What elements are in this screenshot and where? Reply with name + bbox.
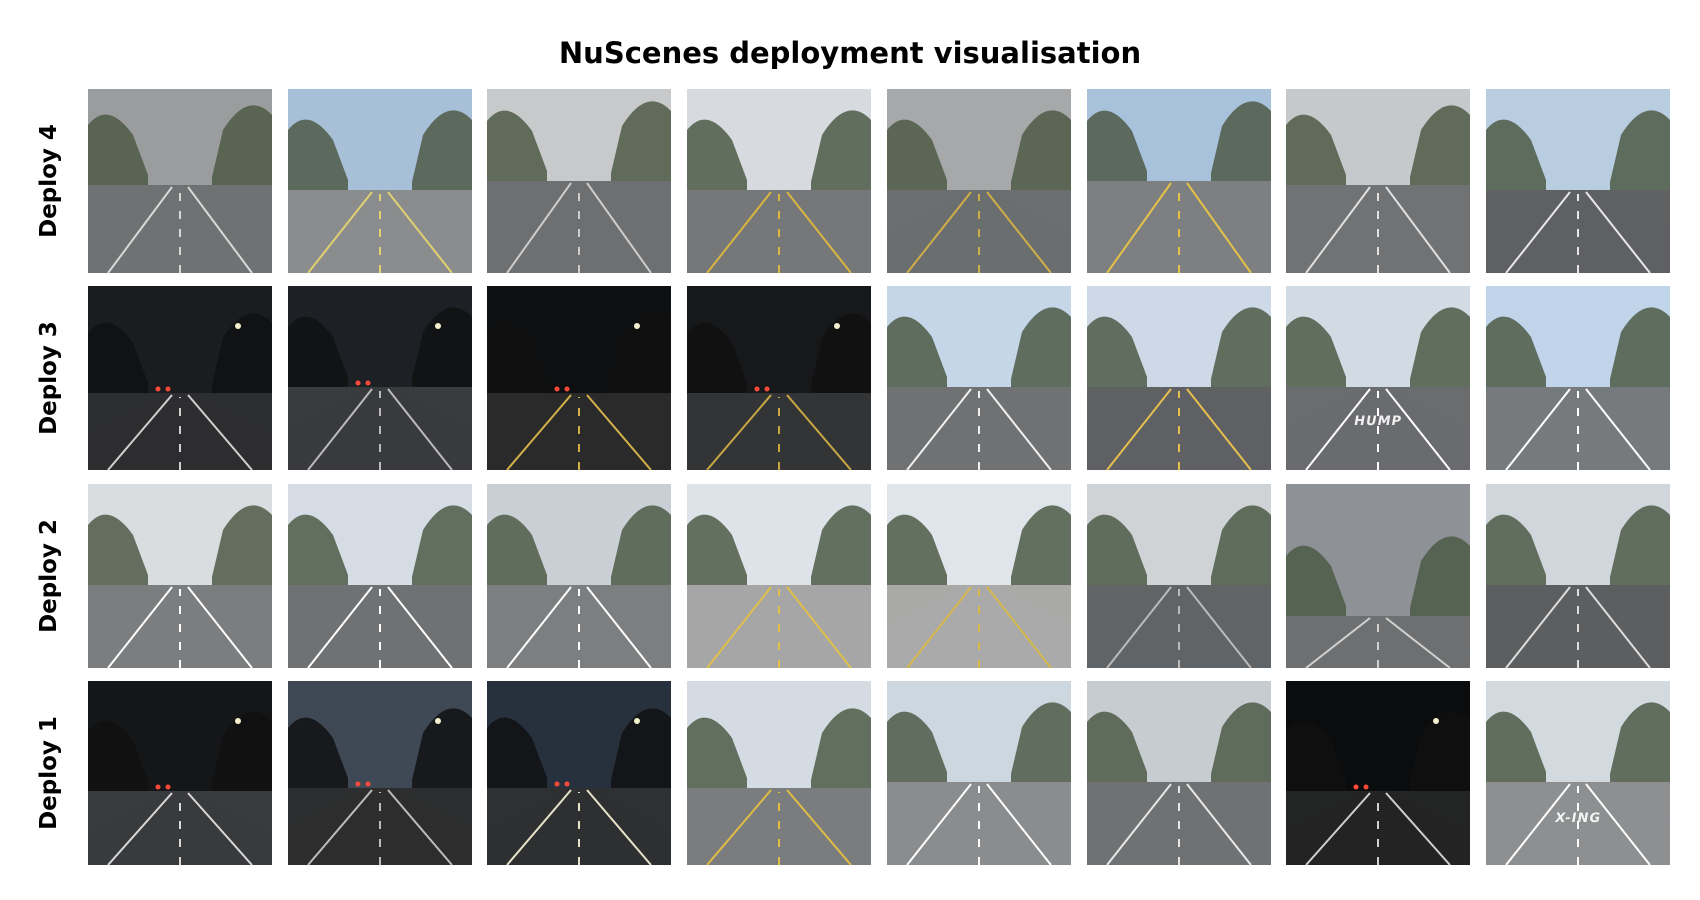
row-label-deploy-4: Deploy 4 xyxy=(35,124,62,238)
scene-thumbnail xyxy=(886,681,1071,866)
scene-thumbnail xyxy=(1286,681,1471,866)
scene-thumbnail xyxy=(287,681,472,866)
scene-thumbnail xyxy=(287,89,472,273)
scene-thumbnail xyxy=(88,89,272,273)
scene-thumbnail xyxy=(687,681,872,866)
road-marking-text: HUMP xyxy=(1352,414,1404,430)
scene-thumbnail: HUMP xyxy=(1286,286,1471,471)
figure-title: NuScenes deployment visualisation xyxy=(558,36,1142,70)
row-label-deploy-1: Deploy 1 xyxy=(35,716,62,830)
scene-thumbnail xyxy=(886,89,1071,273)
scene-thumbnail xyxy=(687,483,872,668)
scene-thumbnail xyxy=(487,89,672,273)
row-label-deploy-3: Deploy 3 xyxy=(35,321,62,435)
road-marking-text: X-ING xyxy=(1553,811,1603,827)
scene-thumbnail xyxy=(687,286,872,471)
scene-thumbnail xyxy=(1485,89,1670,273)
scene-thumbnail: X-ING xyxy=(1485,681,1670,866)
scene-thumbnail xyxy=(886,483,1071,668)
scene-thumbnail xyxy=(886,286,1071,471)
image-grid: HUMP X-ING xyxy=(88,89,1670,866)
scene-thumbnail xyxy=(1086,483,1271,668)
scene-thumbnail xyxy=(687,89,872,273)
scene-thumbnail xyxy=(487,286,672,471)
scene-thumbnail xyxy=(287,286,472,471)
scene-thumbnail xyxy=(88,483,272,668)
scene-thumbnail xyxy=(287,483,472,668)
scene-thumbnail xyxy=(1286,89,1471,273)
scene-thumbnail xyxy=(1086,681,1271,866)
scene-thumbnail xyxy=(1485,483,1670,668)
scene-thumbnail xyxy=(88,681,272,866)
row-label-deploy-2: Deploy 2 xyxy=(35,519,62,633)
scene-thumbnail xyxy=(1086,286,1271,471)
scene-thumbnail xyxy=(487,681,672,866)
scene-thumbnail xyxy=(1286,483,1471,668)
scene-thumbnail xyxy=(1086,89,1271,273)
scene-thumbnail xyxy=(88,286,272,471)
scene-thumbnail xyxy=(487,483,672,668)
scene-thumbnail xyxy=(1485,286,1670,471)
